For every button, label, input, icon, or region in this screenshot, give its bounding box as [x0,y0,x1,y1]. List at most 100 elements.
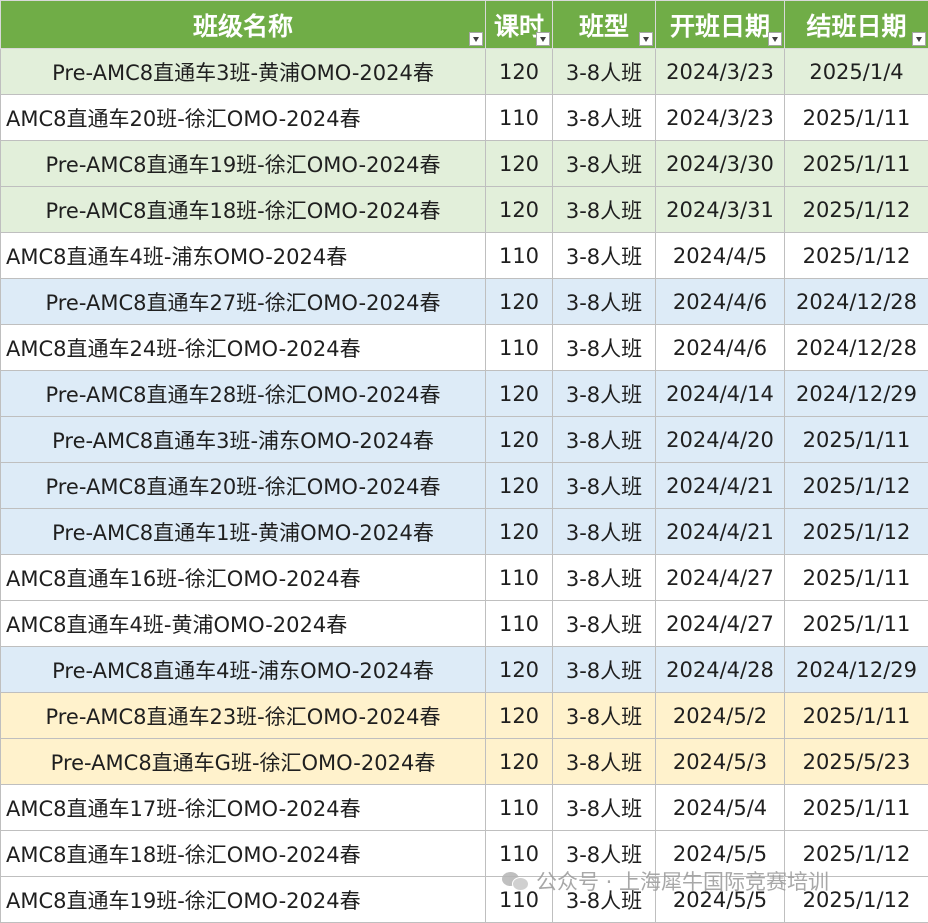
cell-end-date[interactable]: 2024/12/28 [785,279,928,325]
cell-start-date[interactable]: 2024/4/14 [656,371,785,417]
cell-start-date[interactable]: 2024/4/21 [656,463,785,509]
cell-class-type[interactable]: 3-8人班 [553,555,656,601]
cell-end-date[interactable]: 2025/1/12 [785,233,928,279]
cell-class-name[interactable]: AMC8直通车17班-徐汇OMO-2024春 [1,785,486,831]
cell-class-name[interactable]: Pre-AMC8直通车G班-徐汇OMO-2024春 [1,739,486,785]
cell-class-type[interactable]: 3-8人班 [553,325,656,371]
cell-class-name[interactable]: Pre-AMC8直通车3班-黄浦OMO-2024春 [1,49,486,95]
cell-start-date[interactable]: 2024/5/2 [656,693,785,739]
cell-end-date[interactable]: 2024/12/29 [785,647,928,693]
cell-end-date[interactable]: 2025/1/12 [785,187,928,233]
cell-end-date[interactable]: 2025/1/11 [785,555,928,601]
cell-hours[interactable]: 110 [486,555,553,601]
cell-hours[interactable]: 120 [486,279,553,325]
header-end-date: 结班日期 [785,1,928,49]
cell-class-type[interactable]: 3-8人班 [553,509,656,555]
cell-class-name[interactable]: Pre-AMC8直通车4班-浦东OMO-2024春 [1,647,486,693]
table-row: Pre-AMC8直通车4班-浦东OMO-2024春1203-8人班2024/4/… [1,647,928,693]
cell-end-date[interactable]: 2024/12/29 [785,371,928,417]
cell-start-date[interactable]: 2024/4/27 [656,555,785,601]
cell-hours[interactable]: 120 [486,693,553,739]
cell-hours[interactable]: 110 [486,325,553,371]
table-row: Pre-AMC8直通车20班-徐汇OMO-2024春1203-8人班2024/4… [1,463,928,509]
cell-start-date[interactable]: 2024/5/3 [656,739,785,785]
cell-class-type[interactable]: 3-8人班 [553,417,656,463]
cell-start-date[interactable]: 2024/5/4 [656,785,785,831]
cell-start-date[interactable]: 2024/3/23 [656,49,785,95]
cell-end-date[interactable]: 2024/12/28 [785,325,928,371]
cell-start-date[interactable]: 2024/3/23 [656,95,785,141]
cell-end-date[interactable]: 2025/1/4 [785,49,928,95]
cell-class-name[interactable]: Pre-AMC8直通车1班-黄浦OMO-2024春 [1,509,486,555]
cell-class-type[interactable]: 3-8人班 [553,739,656,785]
cell-hours[interactable]: 120 [486,647,553,693]
cell-start-date[interactable]: 2024/3/31 [656,187,785,233]
cell-hours[interactable]: 120 [486,141,553,187]
cell-hours[interactable]: 120 [486,739,553,785]
cell-hours[interactable]: 120 [486,509,553,555]
cell-end-date[interactable]: 2025/5/23 [785,739,928,785]
cell-end-date[interactable]: 2025/1/11 [785,417,928,463]
cell-end-date[interactable]: 2025/1/11 [785,601,928,647]
cell-end-date[interactable]: 2025/1/11 [785,141,928,187]
cell-class-name[interactable]: AMC8直通车18班-徐汇OMO-2024春 [1,831,486,877]
cell-class-type[interactable]: 3-8人班 [553,647,656,693]
cell-start-date[interactable]: 2024/4/20 [656,417,785,463]
cell-hours[interactable]: 120 [486,49,553,95]
cell-hours[interactable]: 120 [486,463,553,509]
cell-start-date[interactable]: 2024/3/30 [656,141,785,187]
cell-end-date[interactable]: 2025/1/12 [785,463,928,509]
cell-hours[interactable]: 120 [486,187,553,233]
cell-class-name[interactable]: Pre-AMC8直通车28班-徐汇OMO-2024春 [1,371,486,417]
cell-start-date[interactable]: 2024/4/27 [656,601,785,647]
cell-class-name[interactable]: AMC8直通车16班-徐汇OMO-2024春 [1,555,486,601]
filter-dropdown-icon[interactable] [912,32,926,46]
filter-dropdown-icon[interactable] [536,32,550,46]
filter-dropdown-icon[interactable] [639,32,653,46]
cell-class-type[interactable]: 3-8人班 [553,141,656,187]
cell-class-name[interactable]: Pre-AMC8直通车18班-徐汇OMO-2024春 [1,187,486,233]
cell-class-type[interactable]: 3-8人班 [553,463,656,509]
class-schedule-table: 班级名称 课时 班型 开班日期 结班日期 Pre-AMC8直通车3班-黄浦OMO… [0,0,928,923]
cell-class-type[interactable]: 3-8人班 [553,49,656,95]
cell-class-type[interactable]: 3-8人班 [553,601,656,647]
cell-class-type[interactable]: 3-8人班 [553,233,656,279]
cell-start-date[interactable]: 2024/4/21 [656,509,785,555]
cell-class-type[interactable]: 3-8人班 [553,187,656,233]
cell-hours[interactable]: 120 [486,371,553,417]
cell-start-date[interactable]: 2024/4/6 [656,279,785,325]
cell-start-date[interactable]: 2024/4/28 [656,647,785,693]
cell-hours[interactable]: 110 [486,601,553,647]
cell-end-date[interactable]: 2025/1/12 [785,509,928,555]
cell-class-name[interactable]: AMC8直通车24班-徐汇OMO-2024春 [1,325,486,371]
cell-class-type[interactable]: 3-8人班 [553,785,656,831]
cell-end-date[interactable]: 2025/1/11 [785,95,928,141]
cell-hours[interactable]: 120 [486,417,553,463]
cell-class-name[interactable]: Pre-AMC8直通车19班-徐汇OMO-2024春 [1,141,486,187]
cell-end-date[interactable]: 2025/1/11 [785,693,928,739]
filter-dropdown-icon[interactable] [768,32,782,46]
cell-end-date[interactable]: 2025/1/11 [785,785,928,831]
cell-class-type[interactable]: 3-8人班 [553,371,656,417]
filter-dropdown-icon[interactable] [469,32,483,46]
cell-start-date[interactable]: 2024/4/5 [656,233,785,279]
cell-class-type[interactable]: 3-8人班 [553,95,656,141]
watermark: 公众号 · 上海犀牛国际竞赛培训 [502,866,829,896]
cell-class-name[interactable]: AMC8直通车4班-浦东OMO-2024春 [1,233,486,279]
cell-hours[interactable]: 110 [486,785,553,831]
cell-start-date[interactable]: 2024/4/6 [656,325,785,371]
cell-hours[interactable]: 110 [486,95,553,141]
table-row: Pre-AMC8直通车18班-徐汇OMO-2024春1203-8人班2024/3… [1,187,928,233]
table-row: Pre-AMC8直通车3班-黄浦OMO-2024春1203-8人班2024/3/… [1,49,928,95]
cell-hours[interactable]: 110 [486,233,553,279]
cell-class-type[interactable]: 3-8人班 [553,279,656,325]
cell-class-name[interactable]: Pre-AMC8直通车23班-徐汇OMO-2024春 [1,693,486,739]
cell-class-name[interactable]: AMC8直通车4班-黄浦OMO-2024春 [1,601,486,647]
cell-class-name[interactable]: Pre-AMC8直通车27班-徐汇OMO-2024春 [1,279,486,325]
cell-class-name[interactable]: AMC8直通车20班-徐汇OMO-2024春 [1,95,486,141]
header-hours: 课时 [486,1,553,49]
cell-class-name[interactable]: AMC8直通车19班-徐汇OMO-2024春 [1,877,486,923]
cell-class-name[interactable]: Pre-AMC8直通车20班-徐汇OMO-2024春 [1,463,486,509]
cell-class-type[interactable]: 3-8人班 [553,693,656,739]
cell-class-name[interactable]: Pre-AMC8直通车3班-浦东OMO-2024春 [1,417,486,463]
